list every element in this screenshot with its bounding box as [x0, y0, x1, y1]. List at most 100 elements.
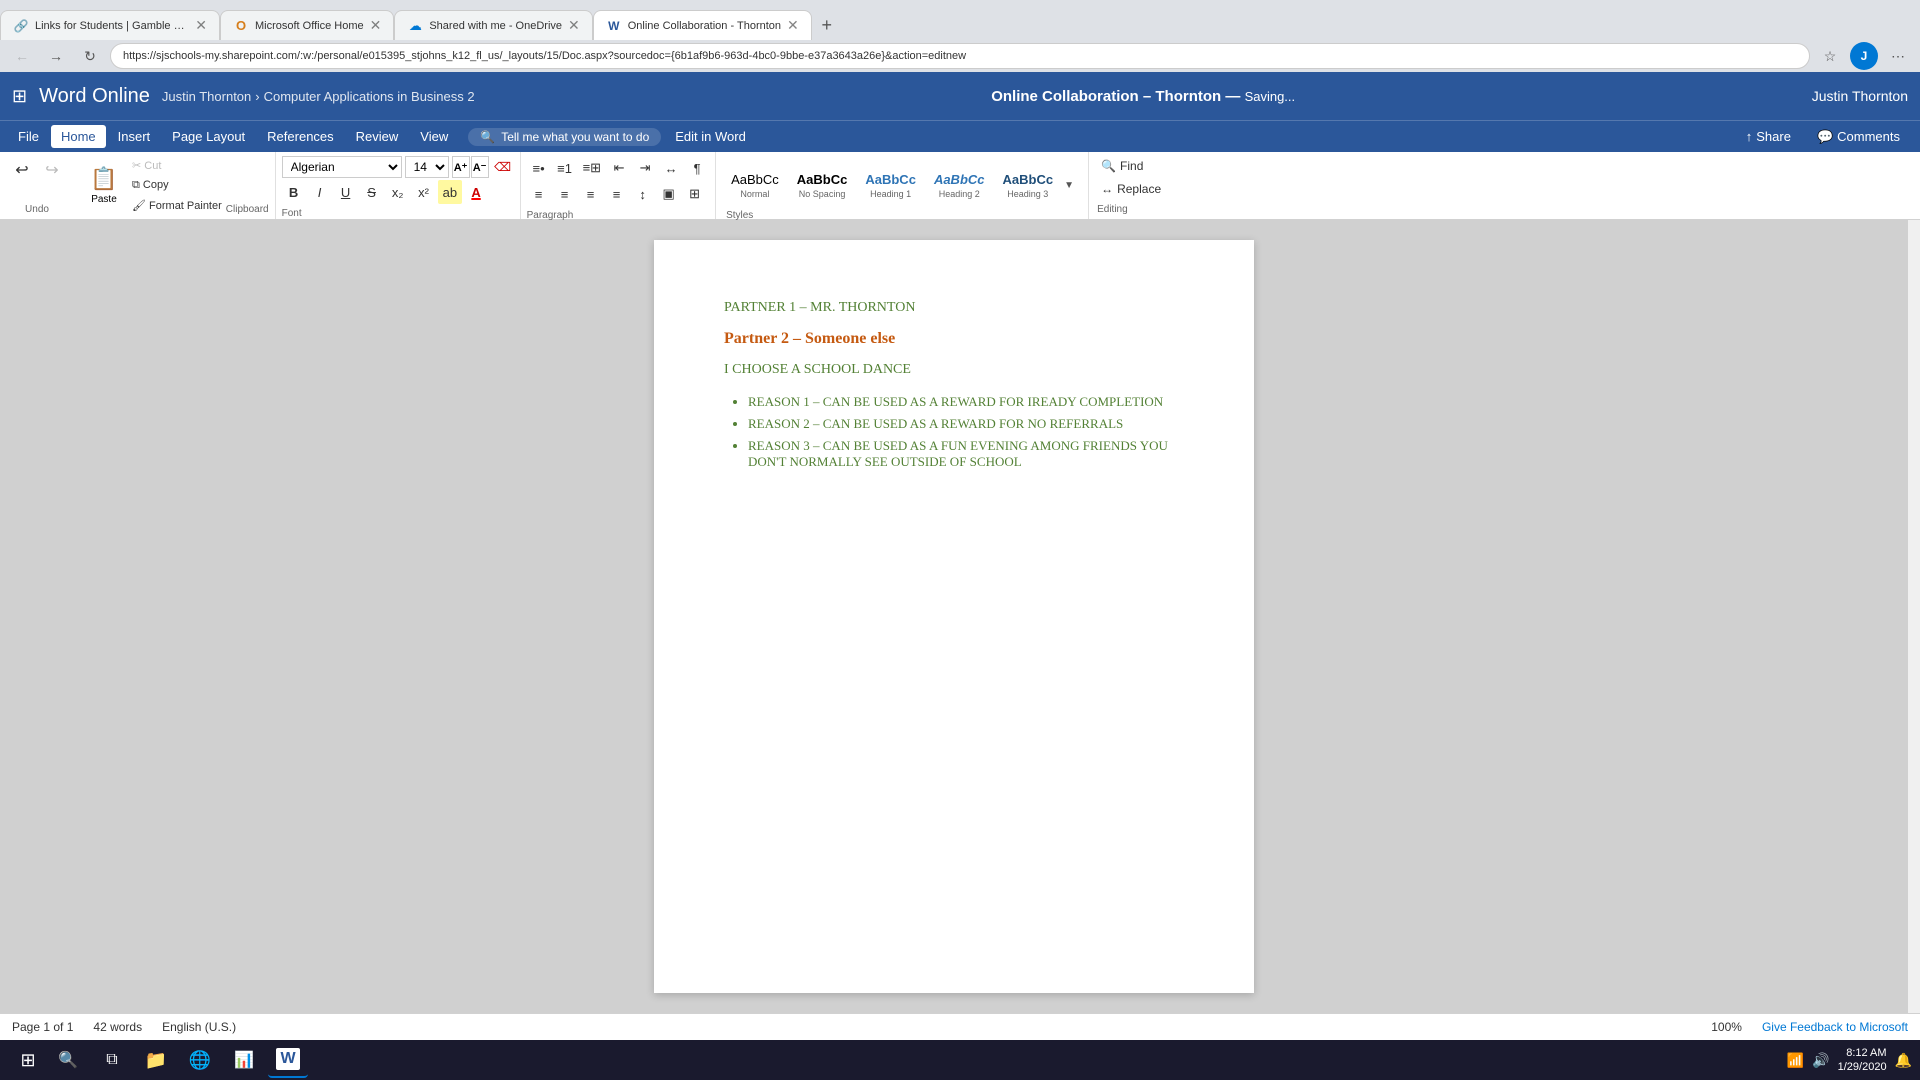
align-left-button[interactable]: ≡: [527, 182, 551, 206]
shading-button[interactable]: ▣: [657, 182, 681, 206]
share-icon: ↑: [1746, 129, 1753, 144]
font-color-button[interactable]: A: [464, 180, 488, 204]
line-spacing-button[interactable]: ↕: [631, 182, 655, 206]
taskbar-file-explorer[interactable]: 📁: [136, 1042, 176, 1078]
multilevel-list-button[interactable]: ≡⊞: [579, 156, 605, 180]
forward-button[interactable]: →: [42, 42, 70, 70]
comments-icon: 💬: [1817, 129, 1833, 145]
numbered-list-button[interactable]: ≡1: [553, 156, 577, 180]
partner2-text: Partner 2 – Someone else: [724, 330, 1184, 348]
tab-favicon-2: O: [233, 18, 249, 34]
document-page[interactable]: PARTNER 1 – MR. THORNTON Partner 2 – Som…: [654, 240, 1254, 993]
document-scroll-area[interactable]: PARTNER 1 – MR. THORNTON Partner 2 – Som…: [0, 220, 1908, 1013]
share-button[interactable]: ↑ Share: [1734, 125, 1803, 148]
align-right-button[interactable]: ≡: [579, 182, 603, 206]
tab-close-3[interactable]: ✕: [568, 17, 580, 34]
tab-close-1[interactable]: ✕: [195, 17, 207, 34]
tab-close-4[interactable]: ✕: [787, 17, 799, 34]
font-size-increase[interactable]: A⁺: [452, 156, 470, 178]
tab-office[interactable]: O Microsoft Office Home ✕: [220, 10, 394, 40]
new-tab-button[interactable]: +: [812, 10, 842, 40]
font-family-select[interactable]: Algerian: [282, 156, 402, 178]
tab-close-2[interactable]: ✕: [370, 17, 382, 34]
refresh-button[interactable]: ↻: [76, 42, 104, 70]
justify-button[interactable]: ≡: [605, 182, 629, 206]
address-box[interactable]: https://sjschools-my.sharepoint.com/:w:/…: [110, 43, 1810, 69]
tab-word[interactable]: W Online Collaboration - Thornton ✕: [593, 10, 812, 40]
menu-review[interactable]: Review: [346, 125, 409, 148]
italic-button[interactable]: I: [308, 180, 332, 204]
tell-me-box[interactable]: 🔍 Tell me what you want to do: [468, 128, 661, 146]
borders-button[interactable]: ⊞: [683, 182, 707, 206]
show-formatting-button[interactable]: ¶: [685, 156, 709, 180]
format-painter-button[interactable]: 🖌 Format Painter: [128, 197, 226, 215]
font-size-select[interactable]: 14: [405, 156, 449, 178]
clear-formatting-button[interactable]: ⌫: [492, 156, 514, 178]
undo-redo-buttons: ↩ ↪: [8, 156, 66, 184]
start-button[interactable]: ⊞: [8, 1044, 48, 1076]
taskbar-clock[interactable]: 8:12 AM 1/29/2020: [1838, 1046, 1887, 1075]
decrease-indent-button[interactable]: ⇤: [607, 156, 631, 180]
menu-view[interactable]: View: [410, 125, 458, 148]
style-heading1[interactable]: AaBbCc Heading 1: [858, 160, 923, 212]
menu-file[interactable]: File: [8, 125, 49, 148]
bullet-list-button[interactable]: ≡•: [527, 156, 551, 180]
taskbar-sound-icon: 🔊: [1812, 1052, 1829, 1069]
ltr-button[interactable]: ↔: [659, 156, 683, 180]
styles-expand-button[interactable]: ▼: [1064, 180, 1080, 191]
menu-bar: File Home Insert Page Layout References …: [0, 120, 1920, 152]
taskbar-task-view[interactable]: ⧉: [92, 1042, 132, 1078]
taskbar-taskview-icon: ⧉: [106, 1051, 117, 1069]
paste-button[interactable]: 📋 Paste: [80, 156, 128, 215]
undo-button[interactable]: ↩: [8, 156, 36, 184]
highlight-button[interactable]: ab: [438, 180, 462, 204]
taskbar-word-icon: W: [276, 1048, 299, 1070]
profile-button[interactable]: J: [1850, 42, 1878, 70]
style-heading2[interactable]: AaBbCc Heading 2: [927, 160, 992, 212]
superscript-button[interactable]: x²: [412, 180, 436, 204]
taskbar-word-online[interactable]: W: [268, 1042, 308, 1078]
breadcrumb-user[interactable]: Justin Thornton: [162, 89, 251, 104]
edit-in-word-button[interactable]: Edit in Word: [663, 125, 758, 148]
menu-insert[interactable]: Insert: [108, 125, 161, 148]
taskbar-edge[interactable]: 🌐: [180, 1042, 220, 1078]
font-size-decrease[interactable]: A⁻: [471, 156, 489, 178]
style-heading3[interactable]: AaBbCc Heading 3: [996, 160, 1061, 212]
comments-button[interactable]: 💬 Comments: [1805, 125, 1912, 149]
align-center-button[interactable]: ≡: [553, 182, 577, 206]
bullet-2: REASON 2 – CAN BE USED AS A REWARD FOR N…: [748, 416, 1184, 432]
font-row2: B I U S x₂ x² ab A: [282, 180, 514, 204]
bookmark-button[interactable]: ☆: [1816, 42, 1844, 70]
user-name[interactable]: Justin Thornton: [1812, 88, 1908, 104]
copy-icon: ⧉: [132, 179, 140, 191]
menu-references[interactable]: References: [257, 125, 343, 148]
taskbar-powerpoint[interactable]: 📊: [224, 1042, 264, 1078]
menu-page-layout[interactable]: Page Layout: [162, 125, 255, 148]
partner2-start: Partner 2 –: [724, 330, 801, 347]
grid-icon[interactable]: ⊞: [12, 86, 27, 107]
style-normal[interactable]: AaBbCc Normal: [724, 160, 786, 212]
copy-button[interactable]: ⧉ Copy: [128, 177, 226, 195]
taskbar-search[interactable]: 🔍: [48, 1042, 88, 1078]
bold-button[interactable]: B: [282, 180, 306, 204]
tab-onedrive[interactable]: ☁ Shared with me - OneDrive ✕: [394, 10, 592, 40]
vertical-scrollbar[interactable]: [1908, 220, 1920, 1013]
subscript-button[interactable]: x₂: [386, 180, 410, 204]
replace-icon: ↔: [1101, 182, 1113, 196]
underline-button[interactable]: U: [334, 180, 358, 204]
back-button[interactable]: ←: [8, 42, 36, 70]
feedback-link[interactable]: Give Feedback to Microsoft: [1762, 1020, 1908, 1034]
increase-indent-button[interactable]: ⇥: [633, 156, 657, 180]
editing-group: 🔍 Find ↔ Replace Editing: [1089, 152, 1173, 219]
strikethrough-button[interactable]: S: [360, 180, 384, 204]
app-title: Word Online: [39, 85, 150, 108]
extensions-button[interactable]: ⋯: [1884, 42, 1912, 70]
style-no-spacing[interactable]: AaBbCc No Spacing: [790, 160, 855, 212]
replace-button[interactable]: ↔ Replace: [1097, 179, 1165, 198]
find-button[interactable]: 🔍 Find: [1097, 156, 1165, 175]
menu-home[interactable]: Home: [51, 125, 106, 148]
redo-button[interactable]: ↪: [38, 156, 66, 184]
cut-button[interactable]: ✂ Cut: [128, 157, 226, 175]
breadcrumb-course[interactable]: Computer Applications in Business 2: [264, 89, 475, 104]
tab-links[interactable]: 🔗 Links for Students | Gamble Roo... ✕: [0, 10, 220, 40]
